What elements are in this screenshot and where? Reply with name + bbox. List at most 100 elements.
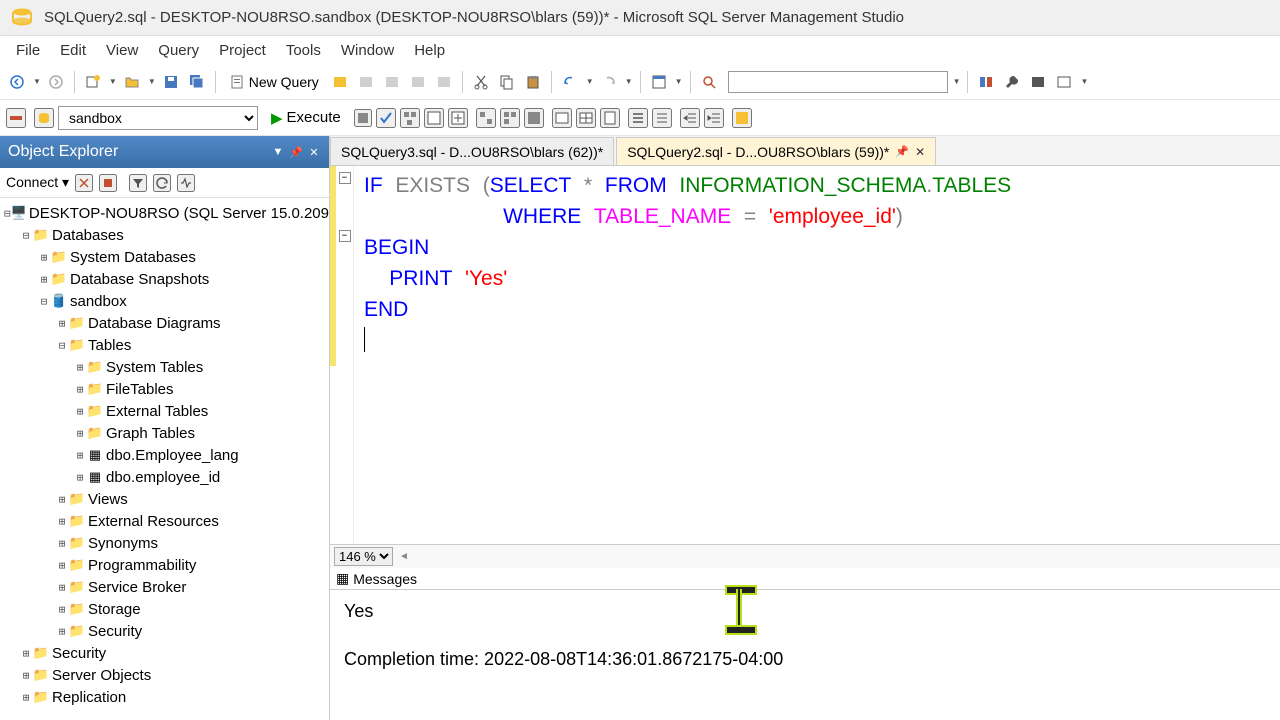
new-query-button[interactable]: New Query <box>223 71 325 93</box>
refresh-button[interactable] <box>153 174 171 192</box>
live-stats-button[interactable] <box>500 108 520 128</box>
options-button[interactable] <box>1053 71 1075 93</box>
tree-views[interactable]: ⊞📁Views <box>0 488 329 510</box>
tree-synonyms[interactable]: ⊞📁Synonyms <box>0 532 329 554</box>
dmx-query-icon[interactable] <box>407 71 429 93</box>
uncomment-button[interactable] <box>652 108 672 128</box>
menu-view[interactable]: View <box>96 38 148 63</box>
tab-sqlquery3[interactable]: SQLQuery3.sql - D...OU8RSO\blars (62))* <box>330 137 614 165</box>
database-select[interactable]: sandbox <box>58 106 258 130</box>
properties-button[interactable] <box>648 71 670 93</box>
tree-database-snapshots[interactable]: ⊞📁Database Snapshots <box>0 268 329 290</box>
tree-database-diagrams[interactable]: ⊞📁Database Diagrams <box>0 312 329 334</box>
specify-values-button[interactable] <box>732 108 752 128</box>
tree-employee-id[interactable]: ⊞▦dbo.employee_id <box>0 466 329 488</box>
fold-button[interactable]: − <box>339 230 351 242</box>
tree-filetables[interactable]: ⊞📁FileTables <box>0 378 329 400</box>
connect-button[interactable]: Connect ▾ <box>6 174 69 191</box>
intellisense-button[interactable] <box>448 108 468 128</box>
indent-button[interactable] <box>680 108 700 128</box>
code-editor[interactable]: − − IF EXISTS (SELECT * FROM INFORMATION… <box>330 166 1280 544</box>
redo-button[interactable] <box>598 71 620 93</box>
open-button[interactable] <box>121 71 143 93</box>
tool-button[interactable] <box>1001 71 1023 93</box>
disconnect-button[interactable] <box>75 174 93 192</box>
tree-databases[interactable]: ⊟📁Databases <box>0 224 329 246</box>
scroll-left-icon[interactable]: ◄ <box>399 551 409 562</box>
close-icon[interactable]: ✕ <box>307 145 321 159</box>
tree-external-resources[interactable]: ⊞📁External Resources <box>0 510 329 532</box>
tree-system-tables[interactable]: ⊞📁System Tables <box>0 356 329 378</box>
messages-tab[interactable]: ▦ Messages <box>330 568 1280 590</box>
dropdown-arrow-icon[interactable]: ▼ <box>148 77 156 86</box>
stop-button[interactable] <box>354 109 372 127</box>
tab-sqlquery2[interactable]: SQLQuery2.sql - D...OU8RSO\blars (59))*📌… <box>616 137 936 165</box>
comment-button[interactable] <box>628 108 648 128</box>
tree-server[interactable]: ⊟🖥️DESKTOP-NOU8RSO (SQL Server 15.0.209 <box>0 202 329 224</box>
as-query-icon[interactable] <box>355 71 377 93</box>
dropdown-arrow-icon[interactable]: ▼ <box>675 77 683 86</box>
dropdown-arrow-icon[interactable]: ▼ <box>625 77 633 86</box>
tree-sandbox[interactable]: ⊟🛢️sandbox <box>0 290 329 312</box>
activity-button[interactable] <box>1027 71 1049 93</box>
results-grid-button[interactable] <box>576 108 596 128</box>
query-options-button[interactable] <box>424 108 444 128</box>
messages-panel[interactable]: Yes Completion time: 2022-08-08T14:36:01… <box>330 590 1280 720</box>
activity-monitor-button[interactable] <box>177 174 195 192</box>
tree-server-objects[interactable]: ⊞📁Server Objects <box>0 664 329 686</box>
find-button[interactable] <box>698 71 720 93</box>
available-db-icon[interactable] <box>34 108 54 128</box>
results-file-button[interactable] <box>600 108 620 128</box>
stop-button[interactable] <box>99 174 117 192</box>
menu-help[interactable]: Help <box>404 38 455 63</box>
forward-button[interactable] <box>45 71 67 93</box>
dropdown-arrow-icon[interactable]: ▼ <box>109 77 117 86</box>
search-input[interactable] <box>728 71 948 93</box>
client-stats-button[interactable] <box>524 108 544 128</box>
tree-storage[interactable]: ⊞📁Storage <box>0 598 329 620</box>
tree-security-top[interactable]: ⊞📁Security <box>0 642 329 664</box>
pin-icon[interactable]: 📌 <box>895 145 909 158</box>
tree-employee-lang[interactable]: ⊞▦dbo.Employee_lang <box>0 444 329 466</box>
fold-button[interactable]: − <box>339 172 351 184</box>
cut-button[interactable] <box>470 71 492 93</box>
change-connection-button[interactable] <box>6 108 26 128</box>
parse-button[interactable] <box>376 108 396 128</box>
actual-plan-button[interactable] <box>476 108 496 128</box>
pin-icon[interactable]: 📌 <box>289 145 303 159</box>
code-text[interactable]: IF EXISTS (SELECT * FROM INFORMATION_SCH… <box>354 166 1280 544</box>
dropdown-arrow-icon[interactable]: ▼ <box>1080 77 1088 86</box>
save-all-button[interactable] <box>186 71 208 93</box>
execute-button[interactable]: ▶ Execute <box>262 106 350 130</box>
menu-window[interactable]: Window <box>331 38 404 63</box>
tree-security[interactable]: ⊞📁Security <box>0 620 329 642</box>
tree-tables[interactable]: ⊟📁Tables <box>0 334 329 356</box>
tree-replication[interactable]: ⊞📁Replication <box>0 686 329 708</box>
tree-programmability[interactable]: ⊞📁Programmability <box>0 554 329 576</box>
menu-tools[interactable]: Tools <box>276 38 331 63</box>
paste-button[interactable] <box>522 71 544 93</box>
menu-file[interactable]: File <box>6 38 50 63</box>
tree-system-databases[interactable]: ⊞📁System Databases <box>0 246 329 268</box>
outdent-button[interactable] <box>704 108 724 128</box>
filter-button[interactable] <box>129 174 147 192</box>
menu-edit[interactable]: Edit <box>50 38 96 63</box>
dropdown-arrow-icon[interactable]: ▼ <box>33 77 41 86</box>
display-plan-button[interactable] <box>400 108 420 128</box>
dropdown-arrow-icon[interactable]: ▼ <box>953 77 961 86</box>
tree-graph-tables[interactable]: ⊞📁Graph Tables <box>0 422 329 444</box>
results-text-button[interactable] <box>552 108 572 128</box>
dropdown-icon[interactable]: ▼ <box>271 145 285 159</box>
copy-button[interactable] <box>496 71 518 93</box>
dropdown-arrow-icon[interactable]: ▼ <box>586 77 594 86</box>
save-button[interactable] <box>160 71 182 93</box>
mdx-query-icon[interactable] <box>381 71 403 93</box>
template-button[interactable] <box>975 71 997 93</box>
zoom-select[interactable]: 146 % <box>334 547 393 566</box>
new-project-button[interactable] <box>82 71 104 93</box>
tree-external-tables[interactable]: ⊞📁External Tables <box>0 400 329 422</box>
undo-button[interactable] <box>559 71 581 93</box>
menu-query[interactable]: Query <box>148 38 209 63</box>
xmla-query-icon[interactable] <box>433 71 455 93</box>
close-icon[interactable]: ✕ <box>915 145 925 159</box>
